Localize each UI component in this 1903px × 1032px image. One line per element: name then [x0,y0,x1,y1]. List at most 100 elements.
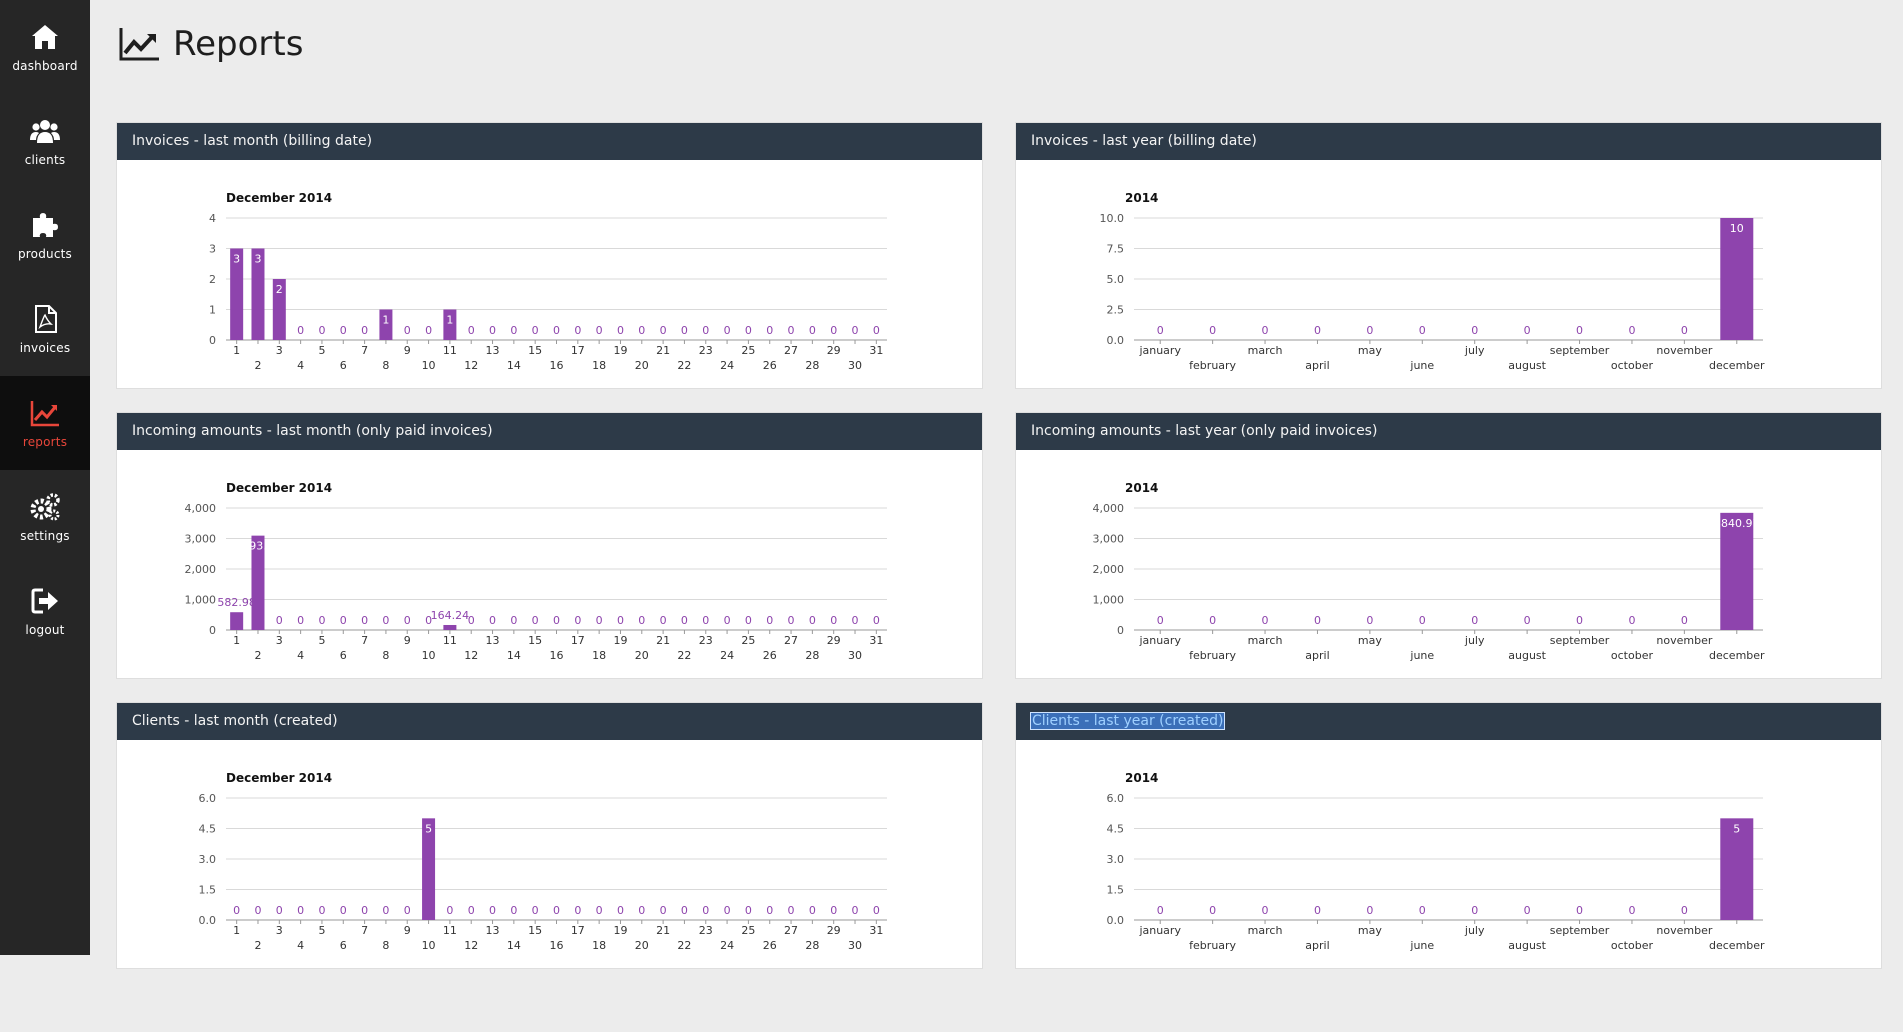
data-label: 10 [1730,222,1744,235]
y-tick-label: 1,000 [185,594,217,607]
x-tick-label: 23 [699,344,713,357]
panel-title: Incoming amounts - last month (only paid… [117,413,982,450]
data-label: 0 [1314,904,1321,917]
x-tick-label: 1 [233,924,240,937]
data-label: 0 [574,904,581,917]
bar [1720,218,1754,340]
x-tick-label: 27 [784,634,798,647]
data-label: 0 [788,324,795,337]
nav-item-products[interactable]: products [0,188,90,282]
x-tick-label: 19 [613,344,627,357]
home-icon [32,25,58,49]
y-tick-label: 3.0 [199,853,217,866]
bar [443,624,457,630]
y-tick-label: 2,000 [1093,563,1125,576]
x-tick-label: 8 [382,359,389,372]
x-tick-label: 3 [276,634,283,647]
x-tick-label: 8 [382,649,389,662]
x-tick-label: 30 [848,359,862,372]
data-label: 0 [1262,904,1269,917]
data-label: 0 [1576,904,1583,917]
data-label: 0 [724,324,731,337]
x-tick-label: 10 [422,939,436,952]
x-tick-label: 15 [528,344,542,357]
y-tick-label: 0 [209,624,216,637]
data-label: 0 [489,324,496,337]
nav-item-settings[interactable]: settings [0,470,90,564]
nav-label: products [17,247,72,261]
chart-area: 2014 0 1,000 2,000 3,000 4,000 0 january 0 februa… [1016,450,1881,678]
x-tick-label: 5 [318,924,325,937]
x-tick-label: 28 [805,649,819,662]
x-tick-label: june [1409,359,1434,372]
line-chart-icon [119,28,159,61]
x-tick-label: june [1409,649,1434,662]
y-tick-label: 1,000 [1093,594,1125,607]
data-label: 0 [425,324,432,337]
x-tick-label: 26 [763,939,777,952]
data-label: 0 [1576,324,1583,337]
x-tick-label: december [1709,359,1765,372]
pdf-file-icon [35,305,57,333]
x-tick-label: 3 [276,924,283,937]
y-tick-label: 1.5 [1107,884,1125,897]
sidebar: dashboard clients products invoices repo… [0,0,90,955]
x-tick-label: 24 [720,359,734,372]
y-tick-label: 4.5 [1107,823,1125,836]
x-tick-label: 11 [443,634,457,647]
data-label: 0 [766,904,773,917]
panel-incoming-last-year: Incoming amounts - last year (only paid … [1015,412,1882,679]
data-label: 0 [361,904,368,917]
x-tick-label: 5 [318,344,325,357]
chart-area: December 2014 0 1 2 3 4 3 1 3 2 2 3 0 4 0 5 0 6 0 7 1 8 0 9 0 10 1… [117,160,982,388]
chart-clients-last-year: 2014 0.0 1.5 3.0 4.5 6.0 0 january 0 february 0 mar… [1107,771,1766,952]
data-label: 0 [660,904,667,917]
data-label: 0 [638,324,645,337]
data-label: 0 [852,904,859,917]
x-tick-label: 20 [635,649,649,662]
data-label: 0 [788,904,795,917]
panel-title-header: Clients - last year (created) [1016,703,1881,740]
data-label: 0 [468,324,475,337]
data-label: 0 [1628,324,1635,337]
data-label: 0 [532,324,539,337]
data-label: 0 [745,904,752,917]
x-tick-label: 17 [571,924,585,937]
x-tick-label: 29 [827,634,841,647]
data-label: 0 [1209,904,1216,917]
x-tick-label: 2 [254,359,261,372]
sign-out-icon [31,588,58,614]
nav-item-reports[interactable]: reports [0,376,90,470]
data-label: 0 [809,614,816,627]
data-label: 0 [254,904,261,917]
data-label: 0 [1314,614,1321,627]
data-label: 0 [1157,614,1164,627]
x-tick-label: february [1189,359,1236,372]
chart-title: December 2014 [226,191,332,205]
y-tick-label: 2,000 [185,563,217,576]
x-tick-label: 30 [848,649,862,662]
data-label: 0 [1471,324,1478,337]
data-label: 3 [233,253,240,266]
line-chart-icon [30,401,59,427]
data-label: 0 [681,614,688,627]
data-label: 0 [724,614,731,627]
chart-invoices-last-month: December 2014012343132230405060718090101… [209,191,887,372]
x-tick-label: 9 [404,634,411,647]
chart-area: 2014 0.0 2.5 5.0 7.5 10.0 0 january 0 february 0 ma… [1016,160,1881,388]
nav-item-dashboard[interactable]: dashboard [0,0,90,94]
nav-item-logout[interactable]: logout [0,564,90,658]
x-tick-label: 4 [297,939,304,952]
panel-clients-last-month: Clients - last month (created) December … [116,702,983,969]
bar [1720,512,1754,630]
y-tick-label: 10.0 [1100,212,1125,225]
nav-item-invoices[interactable]: invoices [0,282,90,376]
data-label: 0 [873,904,880,917]
nav-item-clients[interactable]: clients [0,94,90,188]
data-label: 0 [318,324,325,337]
x-tick-label: may [1358,634,1382,647]
x-tick-label: 20 [635,939,649,952]
chart-incoming-last-month: December 2014 0 1,000 2,000 3,000 4,000 582.98… [185,481,887,662]
data-label: 0 [852,614,859,627]
data-label: 0 [596,324,603,337]
